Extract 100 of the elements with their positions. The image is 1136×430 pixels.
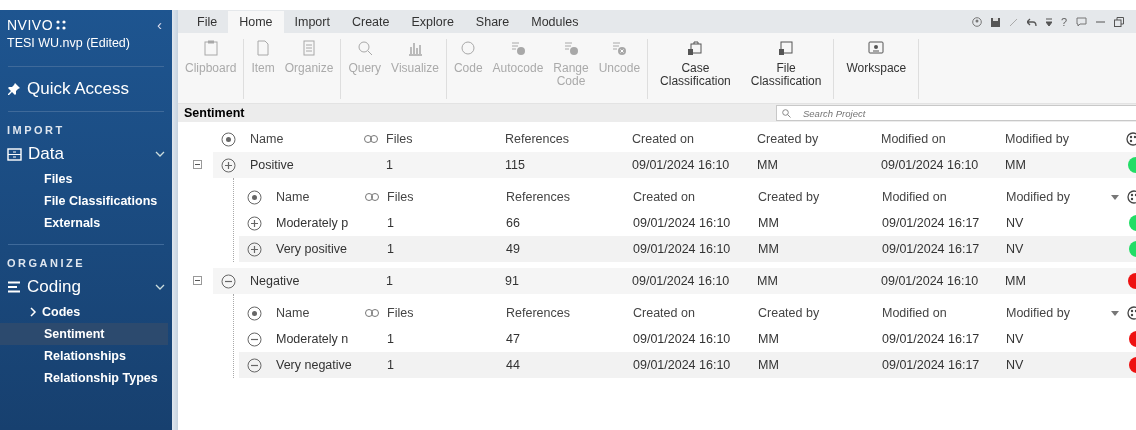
- ribbon-tab[interactable]: Explore: [400, 11, 465, 33]
- search-icon: [782, 109, 791, 118]
- ribbon-button[interactable]: Case Classification: [650, 39, 741, 99]
- table-cell-text: 91: [505, 274, 520, 288]
- uncode-icon: [610, 39, 629, 57]
- table-cell-text: 09/01/2024 16:17: [882, 216, 981, 230]
- restore-icon[interactable]: [1114, 17, 1124, 27]
- sort-icon[interactable]: [1111, 194, 1119, 200]
- view-title: Sentiment: [183, 106, 245, 120]
- search-field[interactable]: Search Project: [776, 105, 1136, 121]
- column-header[interactable]: Created on: [633, 190, 758, 204]
- column-header[interactable]: Modified by: [1005, 132, 1126, 146]
- code-name[interactable]: Very negative: [276, 358, 352, 372]
- table-cell-text: 09/01/2024 16:17: [882, 332, 981, 346]
- code-name[interactable]: Moderately p: [276, 216, 349, 230]
- ribbon-tab[interactable]: Create: [340, 11, 401, 33]
- column-header[interactable]: Modified by: [1006, 306, 1111, 320]
- ribbon-tab[interactable]: File: [186, 11, 229, 33]
- table-cell-text: MM: [758, 242, 780, 256]
- nav-group[interactable]: Coding: [0, 277, 172, 301]
- nav-group[interactable]: Data: [0, 144, 172, 168]
- ribbon-tab[interactable]: Home: [228, 11, 284, 33]
- column-header[interactable]: References: [506, 190, 633, 204]
- column-header[interactable]: Modified on: [882, 306, 1006, 320]
- code-name[interactable]: Positive: [250, 158, 294, 172]
- table-cell-text: 09/01/2024 16:17: [882, 242, 981, 256]
- code-icon: [459, 39, 478, 57]
- ribbon-tab[interactable]: Import: [283, 11, 341, 33]
- column-header[interactable]: Created by: [758, 190, 882, 204]
- table-cell-text: 1: [387, 242, 395, 256]
- customize-icon[interactable]: [1045, 18, 1052, 26]
- section-heading: IMPORT: [6, 123, 66, 138]
- table-cell-text: NV: [1006, 358, 1025, 372]
- column-header[interactable]: Modified on: [881, 132, 1005, 146]
- minus-circle-icon: [247, 357, 262, 373]
- nav-item[interactable]: File Classifications: [0, 190, 168, 212]
- nav-item[interactable]: Relationship Types: [0, 367, 168, 389]
- code-name[interactable]: Very positive: [276, 242, 347, 256]
- account-icon[interactable]: [971, 17, 982, 27]
- ribbon-tab[interactable]: Share: [464, 11, 521, 33]
- table-cell-text: 1: [387, 216, 395, 230]
- table-cell-text: 1: [387, 358, 395, 372]
- table-cell-text: 1: [387, 332, 395, 346]
- nav-item[interactable]: Files: [0, 168, 168, 190]
- ribbon-button[interactable]: Workspace: [836, 39, 917, 99]
- table-cell-text: MM: [758, 216, 780, 230]
- nav-item[interactable]: Externals: [0, 212, 168, 234]
- column-header[interactable]: Created on: [633, 306, 758, 320]
- comment-icon[interactable]: [1076, 17, 1087, 27]
- column-header[interactable]: References: [506, 306, 633, 320]
- column-header[interactable]: Files: [386, 132, 505, 146]
- nav-item[interactable]: Codes: [0, 301, 168, 323]
- collapse-toggle-icon[interactable]: [193, 160, 202, 169]
- palette-icon: [1126, 132, 1136, 146]
- column-header[interactable]: Name: [250, 132, 284, 146]
- ribbon-button[interactable]: File Classification: [740, 39, 832, 99]
- nav-item[interactable]: Sentiment: [0, 323, 168, 345]
- table-cell-text: MM: [758, 358, 780, 372]
- plus-circle-icon: [221, 157, 236, 173]
- link-icon: [365, 309, 379, 317]
- code-name[interactable]: Negative: [250, 274, 300, 288]
- section-heading: ORGANIZE: [6, 256, 87, 271]
- column-header[interactable]: Files: [387, 306, 506, 320]
- column-header[interactable]: Modified on: [882, 190, 1006, 204]
- code-name[interactable]: Moderately n: [276, 332, 349, 346]
- column-header[interactable]: Created by: [757, 132, 881, 146]
- sort-icon[interactable]: [1111, 310, 1119, 316]
- help-button[interactable]: ?: [1060, 16, 1067, 28]
- file-icon: [777, 39, 796, 57]
- lines-icon: [7, 281, 21, 293]
- column-header[interactable]: Modified by: [1006, 190, 1111, 204]
- minus-circle-icon: [221, 273, 236, 289]
- table-cell-text: MM: [757, 274, 779, 288]
- table-cell-text: 115: [505, 158, 526, 172]
- undo-icon[interactable]: [1026, 17, 1037, 27]
- nav-item[interactable]: Relationships: [0, 345, 168, 367]
- collapse-toggle-icon[interactable]: [193, 276, 202, 285]
- column-header[interactable]: Created on: [632, 132, 757, 146]
- collapse-button[interactable]: ‹: [157, 16, 162, 33]
- table-cell-text: MM: [1005, 274, 1027, 288]
- table-cell-text: 1: [386, 158, 394, 172]
- table-cell-text: 09/01/2024 16:10: [632, 274, 731, 288]
- quick-access-link[interactable]: Quick Access: [0, 67, 172, 111]
- pin-icon: [7, 82, 21, 96]
- table-cell-text: 49: [506, 242, 521, 256]
- plus-circle-icon: [247, 215, 262, 231]
- save-icon[interactable]: [990, 17, 1000, 27]
- column-header[interactable]: Name: [276, 190, 310, 204]
- column-header[interactable]: Files: [387, 190, 506, 204]
- table-cell-text: 09/01/2024 16:10: [881, 158, 980, 172]
- column-header[interactable]: Created by: [758, 306, 882, 320]
- column-header[interactable]: References: [505, 132, 632, 146]
- link-icon: [365, 193, 379, 201]
- case-icon: [686, 39, 705, 57]
- table-cell-text: 09/01/2024 16:10: [881, 274, 980, 288]
- table-cell-text: 66: [506, 216, 521, 230]
- ribbon-tab[interactable]: Modules: [520, 11, 590, 33]
- column-header[interactable]: Name: [276, 306, 310, 320]
- table-cell-text: MM: [1005, 158, 1027, 172]
- table-cell-text: 47: [506, 332, 521, 346]
